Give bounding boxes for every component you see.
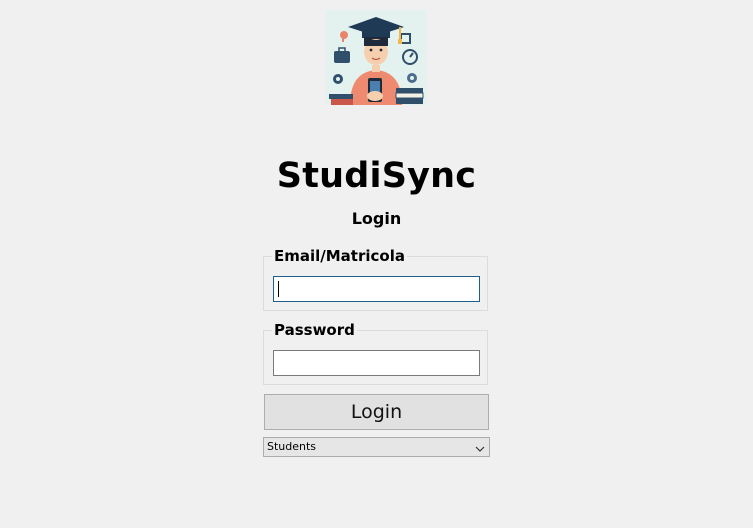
password-group: Password [263, 321, 488, 385]
email-label: Email/Matricola [272, 247, 407, 265]
text-caret [278, 281, 279, 297]
role-select-value: Students [267, 440, 317, 453]
login-window: StudiSync Login Email/Matricola Password… [0, 0, 753, 528]
password-field[interactable] [273, 350, 480, 376]
email-field[interactable] [273, 276, 480, 302]
page-subtitle: Login [351, 209, 402, 228]
chevron-down-icon [475, 442, 485, 452]
login-button[interactable]: Login [264, 394, 489, 430]
role-select[interactable]: Students [263, 437, 490, 457]
student-graduate-logo-icon [326, 10, 426, 105]
app-title: StudiSync [276, 156, 477, 196]
email-group: Email/Matricola [263, 247, 488, 311]
password-label: Password [272, 321, 357, 339]
